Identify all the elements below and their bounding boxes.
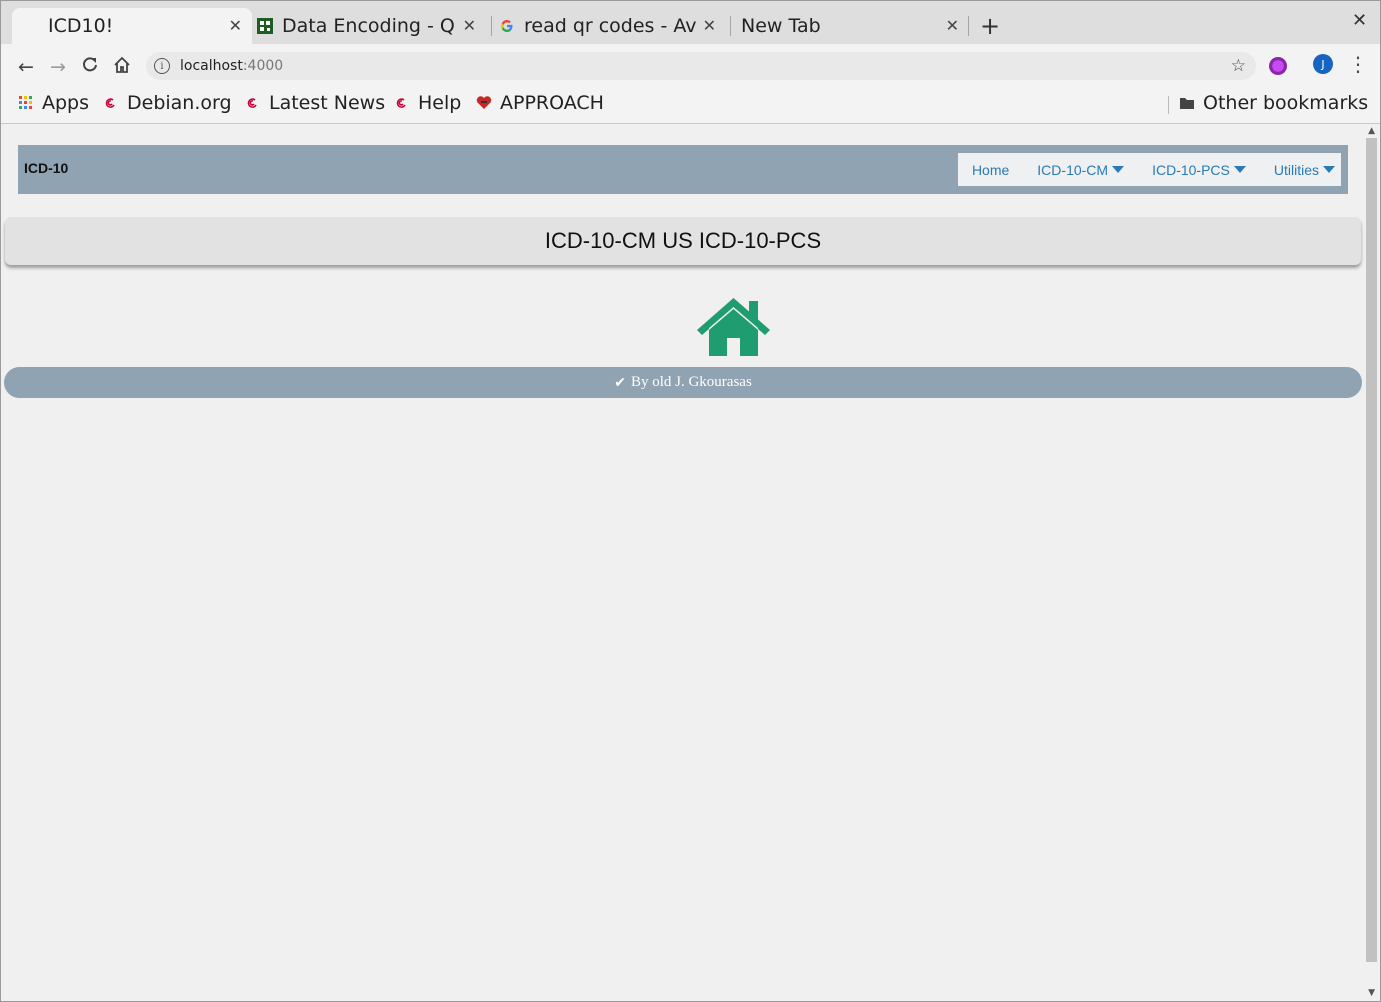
bookmark-debian[interactable]: Debian.org	[103, 92, 232, 114]
nav-utilities-dropdown[interactable]: Utilities	[1274, 162, 1335, 178]
other-bookmarks[interactable]: Other bookmarks	[1179, 92, 1368, 114]
nav-icd10pcs-dropdown[interactable]: ICD-10-PCS	[1152, 162, 1246, 178]
site-info-icon[interactable]: i	[154, 58, 170, 74]
window-close-icon[interactable]: ✕	[1352, 10, 1367, 31]
apps-grid-icon	[18, 95, 34, 111]
debian-swirl-icon	[245, 95, 261, 111]
reload-icon[interactable]	[79, 56, 101, 79]
tab-title: read qr codes - Avo	[524, 15, 696, 37]
bookmark-label: Latest News	[269, 92, 386, 114]
approach-heart-icon	[476, 95, 492, 111]
caret-down-icon	[1323, 166, 1335, 173]
folder-icon	[1179, 95, 1195, 111]
browser-toolbar: ← → i localhost:4000 ☆ J ⋮	[0, 44, 1381, 88]
home-icon[interactable]	[697, 298, 770, 356]
tab-title: New Tab	[741, 15, 821, 37]
page-header: ICD-10-CM US ICD-10-PCS	[5, 217, 1361, 265]
page-title: ICD-10-CM US ICD-10-PCS	[544, 228, 822, 253]
bookmark-label: Apps	[42, 92, 90, 114]
site-navbar: ICD-10 Home ICD-10-CM ICD-10-PCS Utiliti…	[18, 145, 1348, 194]
caret-down-icon	[1112, 166, 1125, 173]
tab-title: ICD10!	[48, 15, 114, 37]
extension-icon[interactable]	[1269, 57, 1287, 75]
tab-icd10[interactable]: ICD10! ✕	[12, 8, 252, 44]
tab-close-icon[interactable]: ✕	[946, 16, 959, 35]
bookmarks-bar: Apps Debian.org Latest News Help APPROAC…	[0, 88, 1381, 123]
url-port: :4000	[242, 58, 284, 74]
nav-home-label: Home	[971, 161, 1010, 178]
page-viewport: ICD-10 Home ICD-10-CM ICD-10-PCS Utiliti…	[0, 124, 1381, 1002]
caret-down-icon	[1233, 166, 1246, 173]
footer-credit: By old J. Gkourasas	[630, 374, 752, 390]
tab-title: Data Encoding - QR	[282, 15, 454, 37]
site-brand[interactable]: ICD-10	[24, 160, 68, 176]
qr-site-favicon-icon	[256, 17, 274, 35]
profile-avatar[interactable]: J	[1313, 54, 1333, 74]
scroll-up-arrow-icon[interactable]: ▲	[1368, 126, 1375, 136]
vertical-scrollbar[interactable]	[1366, 138, 1377, 962]
bookmark-label: Other bookmarks	[1203, 92, 1369, 114]
bookmark-label: APPROACH	[500, 92, 604, 114]
bookmark-label: Help	[418, 92, 462, 114]
debian-swirl-icon	[103, 95, 119, 111]
tab-close-icon[interactable]: ✕	[463, 16, 476, 35]
address-bar[interactable]: i localhost:4000 ☆	[146, 52, 1256, 80]
forward-arrow-icon[interactable]: →	[47, 56, 69, 78]
nav-icd10cm-dropdown[interactable]: ICD-10-CM	[1037, 161, 1125, 178]
back-arrow-icon[interactable]: ←	[15, 56, 37, 78]
bookmark-latest-news[interactable]: Latest News	[245, 92, 385, 114]
checkmark-icon: ✔	[614, 374, 626, 391]
tab-data-encoding[interactable]: Data Encoding - QR ✕	[256, 8, 486, 44]
tab-read-qr-codes[interactable]: read qr codes - Avo ✕	[498, 8, 726, 44]
browser-chrome: ICD10! ✕ Data Encoding - QR ✕ read qr co…	[0, 0, 1381, 124]
home-icon[interactable]	[111, 56, 133, 79]
bookmark-apps[interactable]: Apps	[18, 92, 89, 114]
bookmark-star-icon[interactable]: ☆	[1231, 56, 1246, 76]
nav-menu: Home ICD-10-CM ICD-10-PCS Utilities	[957, 153, 1341, 186]
nav-utilities-label: Utilities	[1273, 161, 1319, 178]
page-footer: ✔ By old J. Gkourasas	[4, 367, 1362, 398]
nav-icd10pcs-label: ICD-10-PCS	[1152, 161, 1230, 178]
url-host: localhost	[180, 58, 243, 74]
bookmark-approach[interactable]: APPROACH	[476, 92, 604, 114]
google-g-icon	[498, 17, 516, 35]
debian-swirl-icon	[394, 95, 410, 111]
nav-home-link[interactable]: Home	[972, 162, 1009, 178]
scroll-down-arrow-icon[interactable]: ▼	[1368, 988, 1375, 998]
url-text: localhost:4000	[180, 58, 283, 74]
tab-strip: ICD10! ✕ Data Encoding - QR ✕ read qr co…	[0, 0, 1381, 44]
bookmark-help[interactable]: Help	[394, 92, 461, 114]
nav-icd10cm-label: ICD-10-CM	[1037, 161, 1109, 178]
tab-close-icon[interactable]: ✕	[703, 16, 716, 35]
browser-menu-icon[interactable]: ⋮	[1348, 52, 1368, 76]
tab-new-tab[interactable]: New Tab ✕	[737, 8, 969, 44]
bookmark-label: Debian.org	[127, 92, 232, 114]
tab-close-icon[interactable]: ✕	[229, 16, 242, 35]
new-tab-button[interactable]: +	[980, 12, 1000, 40]
